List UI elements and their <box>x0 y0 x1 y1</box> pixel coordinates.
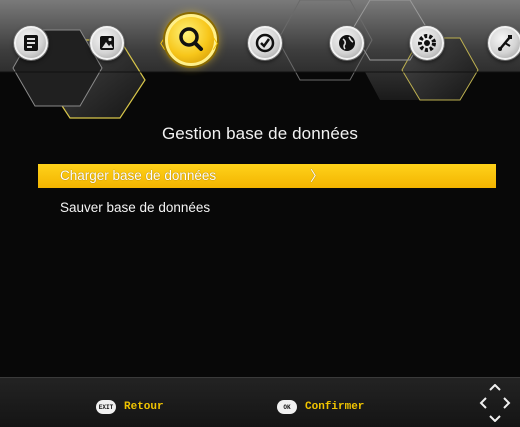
picture-icon[interactable] <box>90 26 124 60</box>
gear-icon[interactable] <box>410 26 444 60</box>
exit-key-icon: EXIT <box>96 400 116 414</box>
menu-item-label: Sauver base de données <box>60 200 211 215</box>
tv-list-icon[interactable] <box>14 26 48 60</box>
usb-icon[interactable] <box>488 26 520 60</box>
menu-item-save-database[interactable]: Sauver base de données <box>38 196 496 220</box>
chevron-left-icon[interactable]: 〈 <box>152 37 166 51</box>
menu-item-load-database[interactable]: Charger base de données 〉 <box>38 164 496 188</box>
chevron-right-icon[interactable]: 〉 <box>212 37 226 51</box>
page-title: Gestion base de données <box>161 124 359 143</box>
category-icon-bar: 〈 〉 <box>0 12 520 72</box>
search-icon[interactable] <box>165 14 217 66</box>
chevron-right-icon: 〉 <box>310 168 324 184</box>
footer-bar: EXIT Retour OK Confirmer <box>0 377 520 427</box>
navigation-arrows-icon <box>479 384 511 422</box>
database-menu: Charger base de données 〉 Sauver base de… <box>38 164 496 228</box>
back-hint[interactable]: EXIT Retour <box>96 400 164 414</box>
globe-icon[interactable] <box>330 26 364 60</box>
clock-icon[interactable] <box>248 26 282 60</box>
ok-key-icon: OK <box>277 400 297 414</box>
confirm-label: Confirmer <box>305 401 365 413</box>
confirm-hint[interactable]: OK Confirmer <box>277 400 364 414</box>
menu-item-label: Charger base de données <box>60 168 217 183</box>
screen: 〈 〉 Gestion base de données Charger base… <box>0 0 520 427</box>
back-label: Retour <box>124 401 164 413</box>
